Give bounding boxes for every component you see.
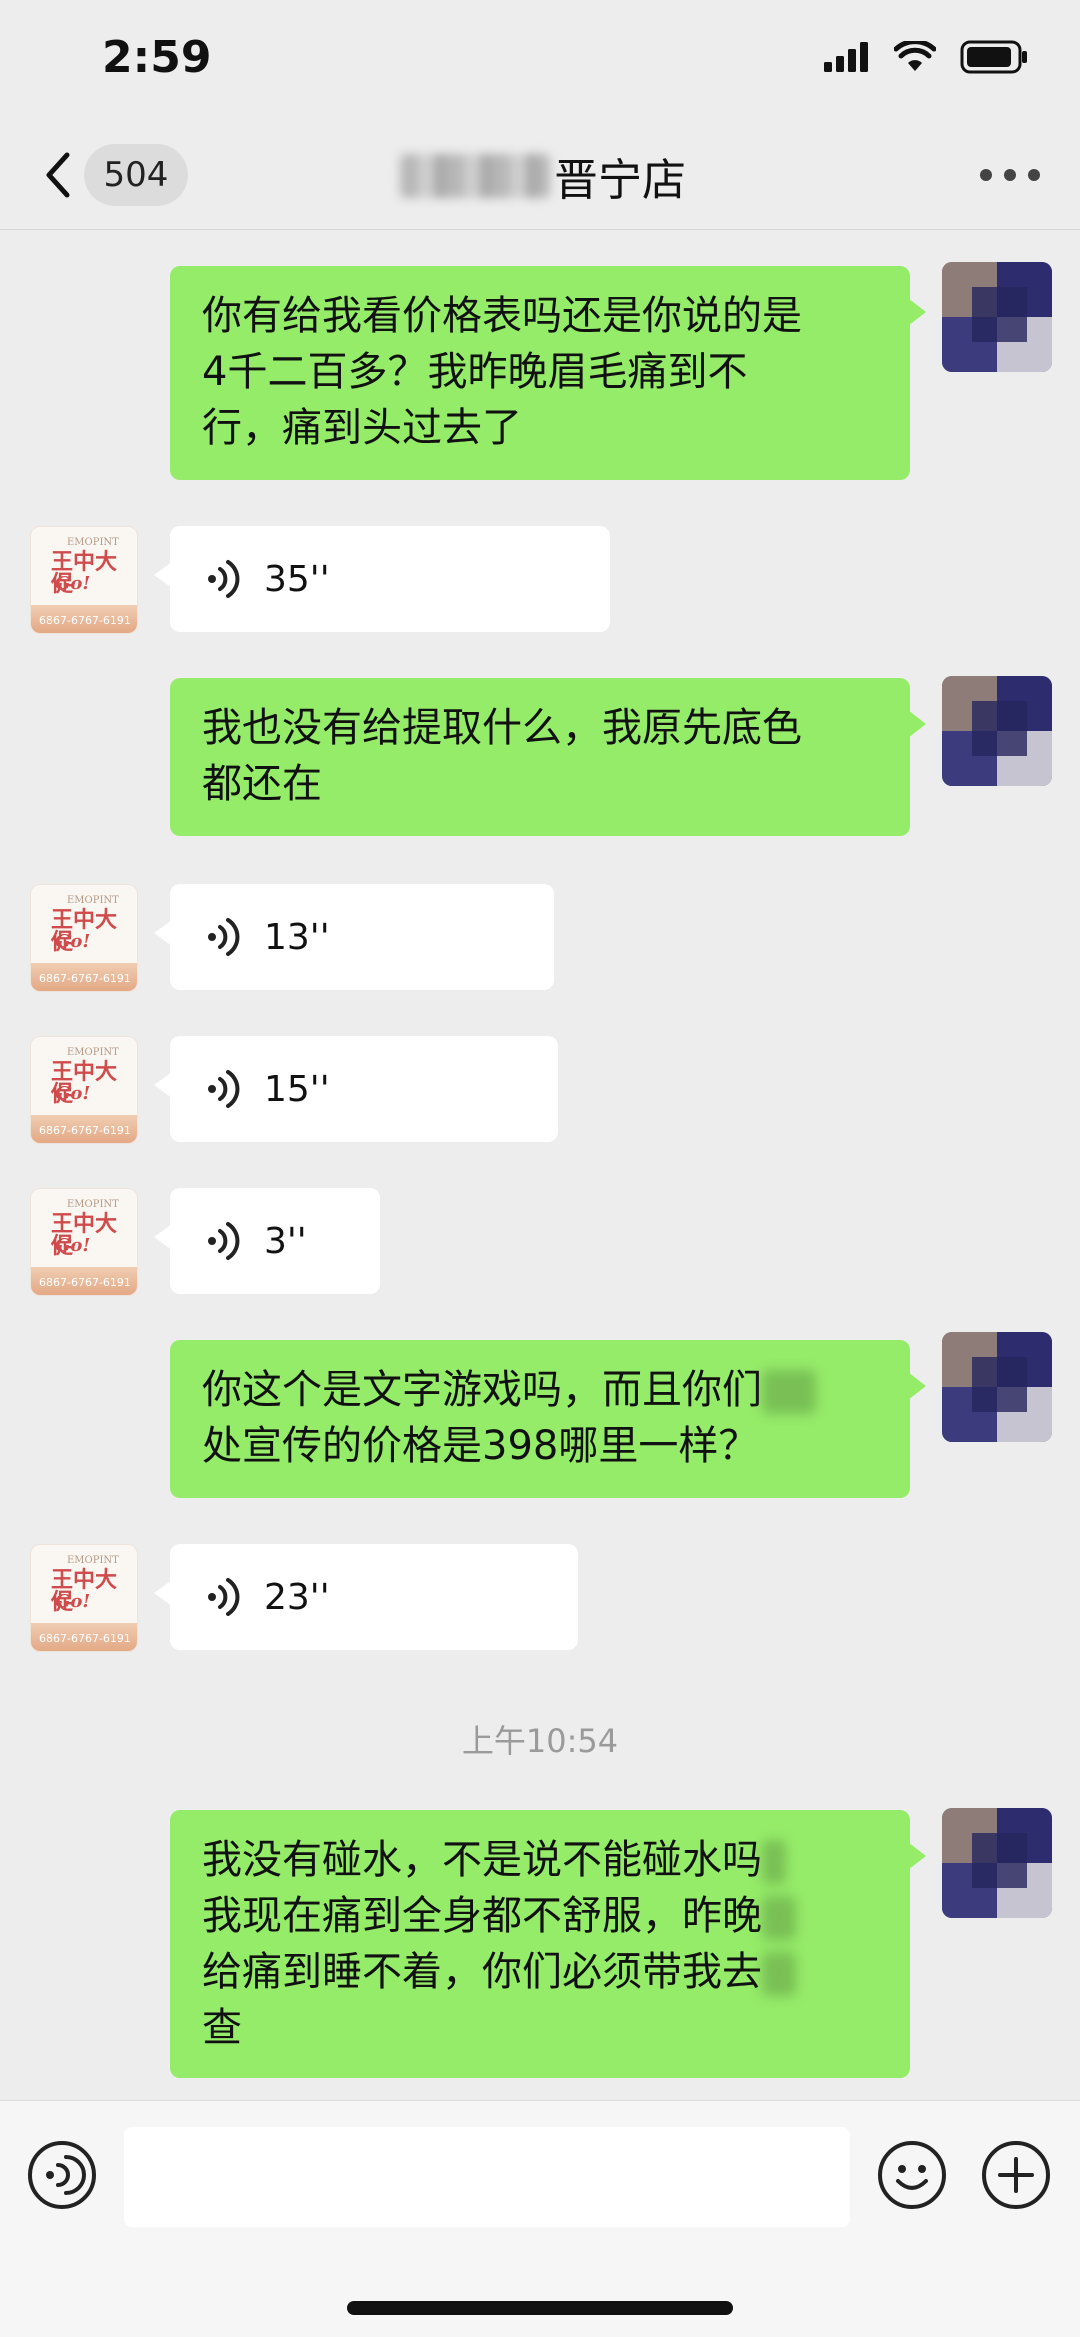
my-avatar[interactable]	[942, 1332, 1052, 1442]
message-line-text: 我没有碰水，不是说不能碰水吗	[202, 1837, 762, 1883]
voice-duration: 15''	[264, 1068, 330, 1110]
unread-count-badge: 504	[84, 144, 188, 206]
message-line: 4千二百多？我昨晚眉毛痛到不	[202, 349, 748, 395]
more-dot	[1004, 169, 1016, 181]
redacted-blur	[762, 1370, 816, 1414]
shop-avatar[interactable]: EMOPINT 王中大促 Go! 6867-6767-6191	[30, 1544, 138, 1652]
text-bubble-sent[interactable]: 你这个是文字游戏吗，而且你们 处宣传的价格是398哪里一样？	[170, 1340, 926, 1498]
shop-avatar-number: 6867-6767-6191	[39, 1276, 131, 1289]
wifi-icon	[894, 41, 936, 71]
more-dot	[980, 169, 992, 181]
message-line: 我没有碰水，不是说不能碰水吗	[202, 1832, 878, 1888]
time-divider: 上午10:54	[461, 1722, 619, 1760]
battery-icon	[960, 40, 1027, 74]
message-line: 行，痛到头过去了	[202, 405, 522, 451]
chat-title: 晋宁店	[400, 146, 700, 206]
voice-input-icon[interactable]	[26, 2139, 98, 2211]
my-avatar[interactable]	[942, 1808, 1052, 1918]
chat-header: 504 晋宁店	[0, 120, 1080, 230]
chat-screen: 2:59 504 晋宁店 你有给我看价格表吗还是你说的是 4千二百多？我昨晚眉毛…	[0, 0, 1080, 2337]
status-icons	[824, 40, 1028, 74]
chevron-left-icon	[34, 144, 82, 206]
message-line: 都还在	[202, 761, 322, 807]
voice-duration: 3''	[264, 1220, 307, 1262]
message-line-text: 我现在痛到全身都不舒服，昨晚	[202, 1893, 762, 1939]
shop-avatar-small-text: EMOPINT	[67, 1199, 119, 1210]
voice-bubble-received[interactable]: 23''	[154, 1544, 578, 1650]
shop-avatar-logo-sub: Go!	[55, 1083, 91, 1104]
message-line: 查	[202, 2005, 242, 2051]
message-line-text: 给痛到睡不着，你们必须带我去	[202, 1949, 762, 1995]
shop-avatar-logo-sub: Go!	[55, 931, 91, 952]
title-redacted-blur	[400, 154, 550, 198]
message-line: 我也没有给提取什么，我原先底色	[202, 705, 802, 751]
shop-avatar-logo-sub: Go!	[55, 1591, 91, 1612]
text-bubble-sent[interactable]: 你有给我看价格表吗还是你说的是 4千二百多？我昨晚眉毛痛到不 行，痛到头过去了	[170, 266, 926, 480]
shop-avatar-small-text: EMOPINT	[67, 895, 119, 906]
my-avatar[interactable]	[942, 262, 1052, 372]
text-bubble-sent[interactable]: 我也没有给提取什么，我原先底色 都还在	[170, 678, 926, 836]
shop-avatar-logo-sub: Go!	[55, 1235, 91, 1256]
voice-wave-icon	[208, 560, 240, 598]
text-bubble-sent[interactable]: 我没有碰水，不是说不能碰水吗 我现在痛到全身都不舒服，昨晚 给痛到睡不着，你们必…	[170, 1810, 926, 2078]
status-time: 2:59	[102, 32, 212, 83]
shop-avatar-logo-sub: Go!	[55, 573, 91, 594]
voice-bubble-received[interactable]: 35''	[154, 526, 610, 632]
redacted-blur	[762, 1896, 796, 1940]
voice-duration: 13''	[264, 916, 330, 958]
shop-avatar[interactable]: EMOPINT 王中大促 Go! 6867-6767-6191	[30, 1036, 138, 1144]
shop-avatar-number: 6867-6767-6191	[39, 972, 131, 985]
message-line: 我现在痛到全身都不舒服，昨晚	[202, 1888, 878, 1944]
more-dot	[1028, 169, 1040, 181]
voice-bubble-received[interactable]: 13''	[154, 884, 554, 990]
voice-bubble-received[interactable]: 15''	[154, 1036, 558, 1142]
more-dots-icon[interactable]	[980, 160, 1040, 190]
redacted-blur	[762, 1840, 786, 1884]
emoji-icon[interactable]	[876, 2139, 948, 2211]
shop-avatar[interactable]: EMOPINT 王中大促 Go! 6867-6767-6191	[30, 1188, 138, 1296]
home-indicator[interactable]	[347, 2301, 733, 2315]
message-input[interactable]	[124, 2127, 850, 2227]
message-line-text: 你这个是文字游戏吗，而且你们	[202, 1367, 762, 1413]
voice-wave-icon	[208, 918, 240, 956]
shop-avatar-small-text: EMOPINT	[67, 537, 119, 548]
status-bar: 2:59	[0, 0, 1080, 120]
voice-bubble-received[interactable]: 3''	[154, 1188, 380, 1294]
signal-icon	[824, 42, 868, 72]
my-avatar[interactable]	[942, 676, 1052, 786]
voice-wave-icon	[208, 1070, 240, 1108]
shop-avatar-small-text: EMOPINT	[67, 1047, 119, 1058]
message-line: 你这个是文字游戏吗，而且你们	[202, 1362, 878, 1418]
voice-duration: 23''	[264, 1576, 330, 1618]
message-line: 你有给我看价格表吗还是你说的是	[202, 293, 802, 339]
shop-avatar-small-text: EMOPINT	[67, 1555, 119, 1566]
shop-avatar[interactable]: EMOPINT 王中大促 Go! 6867-6767-6191	[30, 526, 138, 634]
shop-avatar-number: 6867-6767-6191	[39, 1632, 131, 1645]
shop-avatar-number: 6867-6767-6191	[39, 1124, 131, 1137]
redacted-blur	[762, 1952, 796, 1996]
shop-avatar-number: 6867-6767-6191	[39, 614, 131, 627]
message-line: 给痛到睡不着，你们必须带我去	[202, 1944, 878, 2000]
voice-wave-icon	[208, 1578, 240, 1616]
message-line: 处宣传的价格是398哪里一样？	[202, 1423, 759, 1469]
chat-title-text: 晋宁店	[554, 155, 686, 206]
back-button[interactable]: 504	[34, 144, 194, 206]
voice-duration: 35''	[264, 558, 330, 600]
shop-avatar[interactable]: EMOPINT 王中大促 Go! 6867-6767-6191	[30, 884, 138, 992]
voice-wave-icon	[208, 1222, 240, 1260]
plus-icon[interactable]	[980, 2139, 1052, 2211]
